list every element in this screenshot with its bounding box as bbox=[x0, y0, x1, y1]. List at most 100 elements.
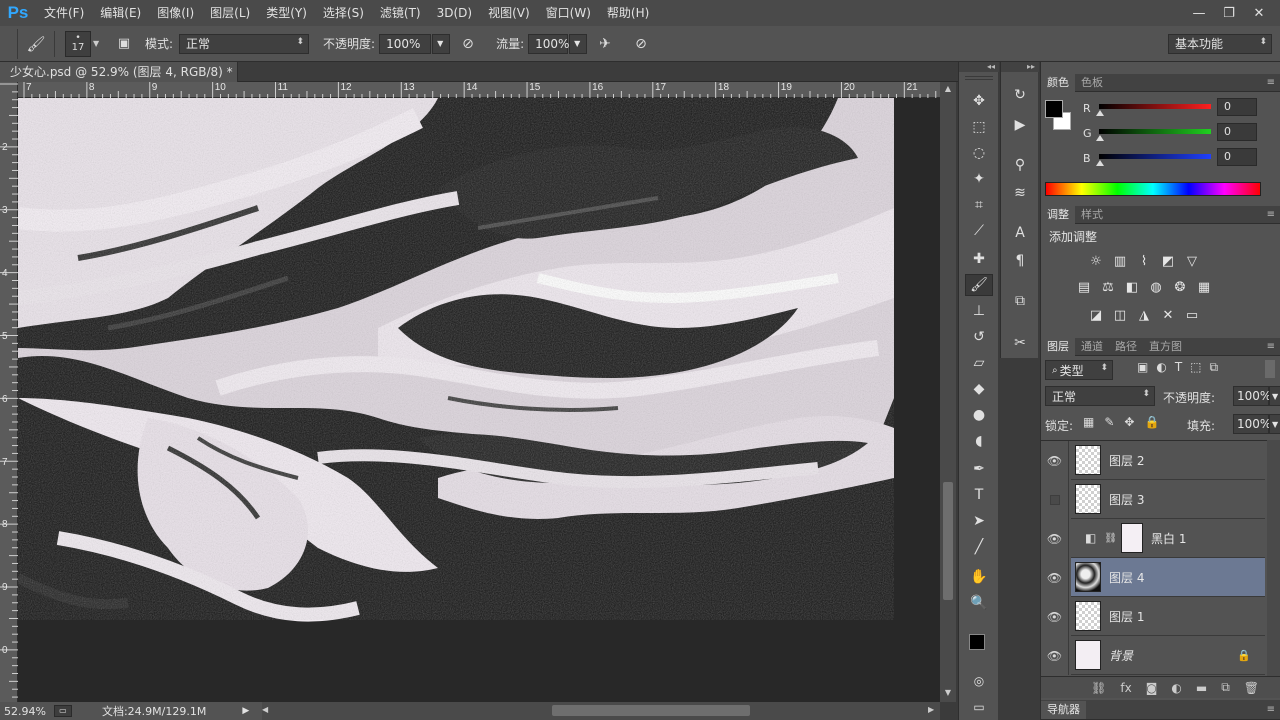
layer-row[interactable]: 图层 2 bbox=[1071, 441, 1265, 480]
menu-item[interactable]: 帮助(H) bbox=[599, 0, 657, 26]
paint-bucket-tool-icon[interactable]: ◆ bbox=[965, 378, 993, 400]
panel-menu-icon[interactable]: ≡ bbox=[1267, 209, 1275, 220]
layer-mask-thumbnail[interactable] bbox=[1121, 523, 1144, 553]
magic-wand-tool-icon[interactable]: ✦ bbox=[965, 168, 993, 190]
channel-mixer-icon[interactable]: ❂ bbox=[1171, 279, 1189, 295]
color-foreground-swatch[interactable] bbox=[1045, 100, 1063, 118]
tab-color[interactable]: 颜色 bbox=[1041, 73, 1075, 92]
tab-styles[interactable]: 样式 bbox=[1075, 206, 1109, 224]
brush-picker-arrow-icon[interactable]: ▼ bbox=[93, 39, 103, 48]
actions-panel-icon[interactable]: ▶ bbox=[1006, 114, 1034, 136]
levels-icon[interactable]: ▥ bbox=[1111, 253, 1129, 269]
line-tool-icon[interactable]: ╱ bbox=[965, 536, 993, 558]
photo-filter-icon[interactable]: ◍ bbox=[1147, 279, 1165, 295]
brush-tool-icon[interactable]: 🖌 bbox=[965, 274, 993, 296]
restore-button[interactable]: ❐ bbox=[1214, 3, 1244, 23]
close-button[interactable]: ✕ bbox=[1244, 3, 1274, 23]
menu-item[interactable]: 文件(F) bbox=[36, 0, 92, 26]
new-group-icon[interactable]: ▬ bbox=[1196, 681, 1207, 695]
artwork-canvas[interactable] bbox=[18, 98, 940, 702]
threshold-icon[interactable]: ◮ bbox=[1135, 307, 1153, 323]
history-panel-icon[interactable]: ↻ bbox=[1006, 84, 1034, 106]
layer-row[interactable]: 图层 3 bbox=[1071, 480, 1265, 519]
mode-select[interactable]: 正常 ⬍ bbox=[179, 33, 310, 54]
tool-presets-panel-icon[interactable]: ✂ bbox=[1006, 332, 1034, 354]
quick-mask-icon[interactable]: ◎ bbox=[965, 670, 993, 692]
brightness-icon[interactable]: ☼ bbox=[1087, 253, 1105, 269]
vibrance-icon[interactable]: ▽ bbox=[1183, 253, 1201, 269]
layer-thumbnail[interactable] bbox=[1075, 640, 1101, 670]
channel-slider-handle-icon[interactable] bbox=[1096, 135, 1104, 141]
filter-type-icon[interactable]: T bbox=[1175, 360, 1182, 375]
foreground-color-swatch[interactable] bbox=[969, 634, 985, 650]
channel-slider-handle-icon[interactable] bbox=[1096, 110, 1104, 116]
scroll-down-arrow-icon[interactable]: ▼ bbox=[942, 688, 954, 700]
layer-row[interactable]: 图层 1 bbox=[1071, 597, 1265, 636]
flow-input[interactable]: 100% bbox=[528, 33, 569, 54]
panel-menu-icon[interactable]: ≡ bbox=[1267, 704, 1275, 715]
hue-saturation-icon[interactable]: ▤ bbox=[1075, 279, 1093, 295]
lock-pixels-icon[interactable]: ✎ bbox=[1104, 415, 1114, 429]
lock-position-icon[interactable]: ✥ bbox=[1124, 415, 1134, 429]
menu-item[interactable]: 图层(L) bbox=[202, 0, 258, 26]
brush-panel-toggle-icon[interactable]: ▣ bbox=[113, 33, 135, 55]
eye-hidden-icon[interactable] bbox=[1041, 480, 1069, 519]
filter-toggle[interactable] bbox=[1265, 360, 1275, 378]
color-lookup-icon[interactable]: ▦ bbox=[1195, 279, 1213, 295]
channel-slider[interactable] bbox=[1099, 154, 1211, 159]
eyedropper-tool-icon[interactable]: ⟋ bbox=[965, 220, 993, 242]
new-layer-icon[interactable]: ⧉ bbox=[1221, 680, 1230, 695]
menu-item[interactable]: 滤镜(T) bbox=[372, 0, 429, 26]
path-selection-tool-icon[interactable]: ➤ bbox=[965, 510, 993, 532]
tab-channels[interactable]: 通道 bbox=[1075, 338, 1109, 356]
layer-filter-select[interactable]: ⌕ 类型 ⬍ bbox=[1045, 360, 1113, 380]
type-tool-icon[interactable]: T bbox=[965, 484, 993, 506]
brush-presets-panel-icon[interactable]: ⚲ bbox=[1006, 154, 1034, 176]
menu-item[interactable]: 图像(I) bbox=[149, 0, 202, 26]
menu-item[interactable]: 编辑(E) bbox=[92, 0, 149, 26]
character-panel-icon[interactable]: A bbox=[1006, 222, 1034, 244]
link-layers-icon[interactable]: ⛓ bbox=[1091, 681, 1106, 695]
menu-item[interactable]: 选择(S) bbox=[315, 0, 372, 26]
canvas-area[interactable] bbox=[18, 98, 940, 702]
fill-input[interactable]: 100% bbox=[1233, 414, 1271, 434]
pressure-size-icon[interactable]: ⊘ bbox=[635, 36, 657, 52]
scroll-left-arrow-icon[interactable]: ◀ bbox=[262, 705, 268, 714]
dock-expand-icon[interactable]: ▸▸ bbox=[1001, 62, 1039, 72]
fill-dropdown[interactable]: ▼ bbox=[1269, 414, 1280, 434]
dodge-tool-icon[interactable]: ◖ bbox=[965, 430, 993, 452]
filter-pixel-icon[interactable]: ▣ bbox=[1137, 360, 1148, 375]
workspace-select[interactable]: 基本功能 ⬍ bbox=[1168, 33, 1272, 54]
lasso-tool-icon[interactable]: ◌ bbox=[965, 142, 993, 164]
panel-menu-icon[interactable]: ≡ bbox=[1267, 77, 1275, 88]
minimize-button[interactable]: — bbox=[1184, 3, 1214, 23]
panel-menu-icon[interactable]: ≡ bbox=[1267, 341, 1275, 352]
clone-stamp-tool-icon[interactable]: ⊥ bbox=[965, 300, 993, 322]
filter-shape-icon[interactable]: ⬚ bbox=[1190, 360, 1201, 375]
channel-value-input[interactable]: 0 bbox=[1217, 148, 1257, 166]
screen-mode-icon[interactable]: ▭ bbox=[965, 696, 993, 718]
hand-tool-icon[interactable]: ✋ bbox=[965, 566, 993, 588]
horizontal-scroll-thumb[interactable] bbox=[552, 705, 750, 716]
tools-collapse-icon[interactable]: ◂◂ bbox=[959, 62, 999, 72]
document-tab[interactable]: 少女心.psd @ 52.9% (图层 4, RGB/8) * × bbox=[0, 62, 238, 99]
tab-paths[interactable]: 路径 bbox=[1109, 338, 1143, 356]
scroll-up-arrow-icon[interactable]: ▲ bbox=[942, 84, 954, 96]
eye-icon[interactable]: 👁 bbox=[1041, 636, 1069, 675]
status-preview-icon[interactable]: ▭ bbox=[53, 705, 72, 717]
menu-item[interactable]: 视图(V) bbox=[480, 0, 538, 26]
blend-mode-select[interactable]: 正常 ⬍ bbox=[1045, 386, 1155, 406]
eraser-tool-icon[interactable]: ▱ bbox=[965, 352, 993, 374]
zoom-tool-icon[interactable]: 🔍 bbox=[965, 592, 993, 614]
horizontal-scrollbar[interactable]: ◀ ▶ bbox=[262, 702, 940, 720]
eye-icon[interactable]: 👁 bbox=[1041, 597, 1069, 636]
invert-icon[interactable]: ◪ bbox=[1087, 307, 1105, 323]
eye-icon[interactable]: 👁 bbox=[1041, 519, 1069, 558]
brush-size-picker[interactable]: • 17 bbox=[65, 30, 91, 57]
flow-dropdown[interactable]: ▼ bbox=[569, 33, 588, 54]
layer-row[interactable]: 图层 4 bbox=[1071, 558, 1265, 597]
lock-all-icon[interactable]: 🔒 bbox=[1144, 415, 1159, 429]
move-tool-icon[interactable]: ✥ bbox=[965, 90, 993, 112]
curves-icon[interactable]: ⌇ bbox=[1135, 253, 1153, 269]
layer-opacity-dropdown[interactable]: ▼ bbox=[1269, 386, 1280, 406]
